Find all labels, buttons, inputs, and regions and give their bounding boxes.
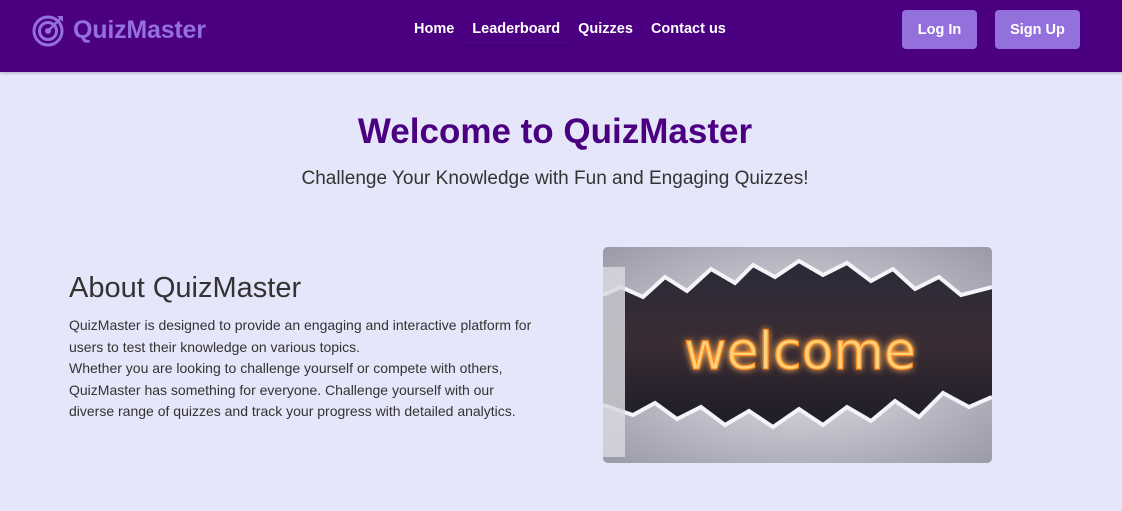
about-line: QuizMaster is designed to provide an eng… <box>69 317 532 333</box>
about-line: diverse range of quizzes and track your … <box>69 403 516 419</box>
target-icon <box>32 15 64 47</box>
about-description: QuizMaster is designed to provide an eng… <box>69 315 559 423</box>
about-title: About QuizMaster <box>69 272 302 304</box>
nav-link-leaderboard[interactable]: Leaderboard <box>463 19 570 46</box>
about-line: users to test their knowledge on various… <box>69 338 361 355</box>
brand[interactable]: QuizMaster <box>32 12 206 48</box>
nav-link-contact[interactable]: Contact us <box>642 19 735 46</box>
welcome-illustration: welcome <box>603 247 992 463</box>
nav-link-home[interactable]: Home <box>405 19 463 46</box>
hero-subtitle: Challenge Your Knowledge with Fun and En… <box>301 168 809 189</box>
welcome-image: welcome <box>603 247 992 463</box>
nav-link-quizzes[interactable]: Quizzes <box>569 19 642 46</box>
about-line: Whether you are looking to challenge you… <box>69 360 503 376</box>
login-button[interactable]: Log In <box>902 10 977 49</box>
hero-title: Welcome to QuizMaster <box>357 112 753 151</box>
navbar: QuizMaster Home Leaderboard Quizzes Cont… <box>0 0 1122 72</box>
welcome-image-text: welcome <box>684 322 916 382</box>
about-line: QuizMaster has something for everyone. C… <box>69 381 494 398</box>
main-nav: Home Leaderboard Quizzes Contact us <box>405 19 735 46</box>
signup-button[interactable]: Sign Up <box>995 10 1080 49</box>
brand-name: QuizMaster <box>73 15 206 44</box>
